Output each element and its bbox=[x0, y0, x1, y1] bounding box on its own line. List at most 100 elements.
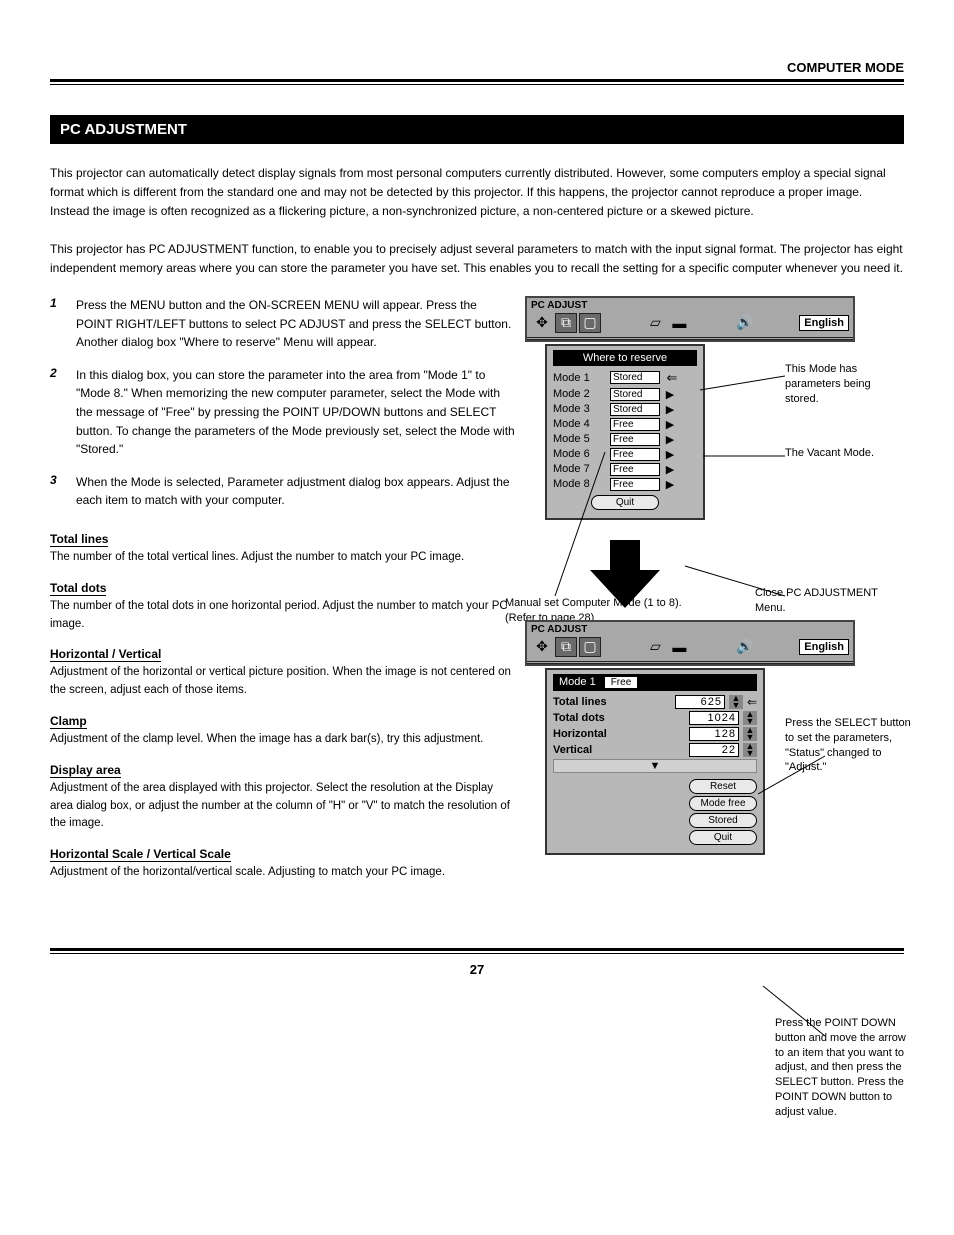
mode-name: Mode 1 bbox=[559, 676, 596, 688]
param-total-lines[interactable]: Total lines 625 ▲▼ ⇐ bbox=[553, 695, 757, 709]
windows-icon[interactable]: ⧉ bbox=[555, 313, 577, 333]
mode-state: Free bbox=[604, 676, 639, 689]
spinner-icon[interactable]: ▲▼ bbox=[743, 727, 757, 741]
chevron-right-icon: ▶ bbox=[663, 433, 677, 446]
mode-row-4[interactable]: Mode 4 Free ▶ bbox=[553, 418, 697, 431]
item-horizontal-vertical: Horizontal / Vertical Adjustment of the … bbox=[50, 639, 515, 700]
mode-state: Free bbox=[610, 433, 660, 446]
move-icon[interactable]: ✥ bbox=[531, 637, 553, 657]
callout-free: The Vacant Mode. bbox=[785, 446, 905, 461]
param-horizontal[interactable]: Horizontal 128 ▲▼ bbox=[553, 727, 757, 741]
screen-icon[interactable]: ▢ bbox=[579, 637, 601, 657]
mode-state: Free bbox=[610, 478, 660, 491]
mode-state: Stored bbox=[610, 371, 660, 384]
callout-point-down: Press the POINT DOWN button and move the… bbox=[775, 1016, 915, 1120]
page-icon[interactable]: ▱ bbox=[644, 637, 666, 657]
mode-row-3[interactable]: Mode 3 Stored ▶ bbox=[553, 403, 697, 416]
spinner-icon[interactable]: ▲▼ bbox=[729, 695, 743, 709]
intro-paragraph-1: This projector can automatically detect … bbox=[50, 164, 904, 222]
mode-label: Mode 3 bbox=[553, 403, 607, 415]
reset-button[interactable]: Reset bbox=[689, 779, 757, 794]
step-text: In this dialog box, you can store the pa… bbox=[76, 366, 515, 459]
param-value: 1024 bbox=[689, 711, 739, 725]
mode-row-7[interactable]: Mode 7 Free ▶ bbox=[553, 463, 697, 476]
mode-row-5[interactable]: Mode 5 Free ▶ bbox=[553, 433, 697, 446]
item-hv-scale: Horizontal Scale / Vertical Scale Adjust… bbox=[50, 839, 515, 882]
intro-paragraph-2: This projector has PC ADJUSTMENT functio… bbox=[50, 240, 904, 278]
language-selector[interactable]: English bbox=[799, 639, 849, 655]
param-value: 625 bbox=[675, 695, 725, 709]
callout-close-menu: Close PC ADJUSTMENT Menu. bbox=[755, 586, 895, 616]
chevron-right-icon: ▶ bbox=[663, 448, 677, 461]
mode-row-6[interactable]: Mode 6 Free ▶ bbox=[553, 448, 697, 461]
mode-label: Mode 6 bbox=[553, 448, 607, 460]
param-vertical[interactable]: Vertical 22 ▲▼ bbox=[553, 743, 757, 757]
mode-row-8[interactable]: Mode 8 Free ▶ bbox=[553, 478, 697, 491]
item-desc: Adjustment of the horizontal/vertical sc… bbox=[50, 864, 515, 882]
quit-button[interactable]: Quit bbox=[591, 495, 659, 510]
item-label: Clamp bbox=[50, 714, 87, 729]
spinner-icon[interactable]: ▲▼ bbox=[743, 711, 757, 725]
item-label: Total lines bbox=[50, 532, 108, 547]
device-icon[interactable]: ▬ bbox=[668, 637, 690, 657]
mode-state: Free bbox=[610, 463, 660, 476]
step-text: When the Mode is selected, Parameter adj… bbox=[76, 473, 515, 510]
mode-label: Mode 7 bbox=[553, 463, 607, 475]
steps-column: 1 Press the MENU button and the ON-SCREE… bbox=[50, 296, 515, 888]
mode-label: Mode 8 bbox=[553, 478, 607, 490]
stored-button[interactable]: Stored bbox=[689, 813, 757, 828]
item-label: Display area bbox=[50, 763, 121, 778]
expand-more-button[interactable]: ▼ bbox=[553, 759, 757, 773]
spinner-icon[interactable]: ▲▼ bbox=[743, 743, 757, 757]
button-stack: Reset Mode free Stored Quit bbox=[553, 779, 757, 845]
active-arrow-icon: ⇐ bbox=[663, 370, 681, 386]
where-to-reserve-panel: Where to reserve Mode 1 Stored ⇐ Mode 2 … bbox=[545, 344, 705, 520]
param-total-dots[interactable]: Total dots 1024 ▲▼ bbox=[553, 711, 757, 725]
mode-label: Mode 2 bbox=[553, 388, 607, 400]
step-number: 2 bbox=[50, 366, 68, 459]
step-number: 1 bbox=[50, 296, 68, 352]
mode-row-1[interactable]: Mode 1 Stored ⇐ bbox=[553, 370, 697, 386]
item-display-area: Display area Adjustment of the area disp… bbox=[50, 755, 515, 833]
dialogs-column: PC ADJUST ✥ ⧉ ▢ ▱ ▬ 🔊 English Where to r… bbox=[525, 296, 904, 888]
windows-icon[interactable]: ⧉ bbox=[555, 637, 577, 657]
page-icon[interactable]: ▱ bbox=[644, 313, 666, 333]
chevron-right-icon: ▶ bbox=[663, 403, 677, 416]
device-icon[interactable]: ▬ bbox=[668, 313, 690, 333]
parameter-panel: Mode 1 Free Total lines 625 ▲▼ ⇐ Total d… bbox=[545, 668, 765, 855]
step-1: 1 Press the MENU button and the ON-SCREE… bbox=[50, 296, 515, 352]
language-selector[interactable]: English bbox=[799, 315, 849, 331]
sound-icon[interactable]: 🔊 bbox=[734, 637, 756, 657]
param-value: 128 bbox=[689, 727, 739, 741]
mode-row-2[interactable]: Mode 2 Stored ▶ bbox=[553, 388, 697, 401]
item-desc: Adjustment of the area displayed with th… bbox=[50, 780, 515, 833]
item-label: Total dots bbox=[50, 581, 106, 596]
active-arrow-icon: ⇐ bbox=[747, 695, 757, 709]
step-number: 3 bbox=[50, 473, 68, 510]
item-clamp: Clamp Adjustment of the clamp level. Whe… bbox=[50, 706, 515, 749]
mode-state: Free bbox=[610, 418, 660, 431]
mode-free-button[interactable]: Mode free bbox=[689, 796, 757, 811]
panel2-header: Mode 1 Free bbox=[553, 674, 757, 691]
param-value: 22 bbox=[689, 743, 739, 757]
mode-state: Stored bbox=[610, 388, 660, 401]
item-total-lines: Total lines The number of the total vert… bbox=[50, 524, 515, 567]
step-2: 2 In this dialog box, you can store the … bbox=[50, 366, 515, 459]
param-label: Total lines bbox=[553, 696, 671, 708]
page-number: 27 bbox=[50, 962, 904, 977]
item-desc: Adjustment of the horizontal or vertical… bbox=[50, 664, 515, 700]
sound-icon[interactable]: 🔊 bbox=[734, 313, 756, 333]
chevron-right-icon: ▶ bbox=[663, 418, 677, 431]
section-title: PC ADJUSTMENT bbox=[50, 115, 904, 144]
item-desc: Adjustment of the clamp level. When the … bbox=[50, 731, 515, 749]
screen-icon[interactable]: ▢ bbox=[579, 313, 601, 333]
chevron-right-icon: ▶ bbox=[663, 463, 677, 476]
item-total-dots: Total dots The number of the total dots … bbox=[50, 573, 515, 634]
step-text: Press the MENU button and the ON-SCREEN … bbox=[76, 296, 515, 352]
panel-header: Where to reserve bbox=[553, 350, 697, 366]
header-rule bbox=[50, 79, 904, 85]
item-label: Horizontal / Vertical bbox=[50, 647, 161, 662]
move-icon[interactable]: ✥ bbox=[531, 313, 553, 333]
pc-adjust-menubar-1: PC ADJUST ✥ ⧉ ▢ ▱ ▬ 🔊 English bbox=[525, 296, 855, 342]
quit-button[interactable]: Quit bbox=[689, 830, 757, 845]
